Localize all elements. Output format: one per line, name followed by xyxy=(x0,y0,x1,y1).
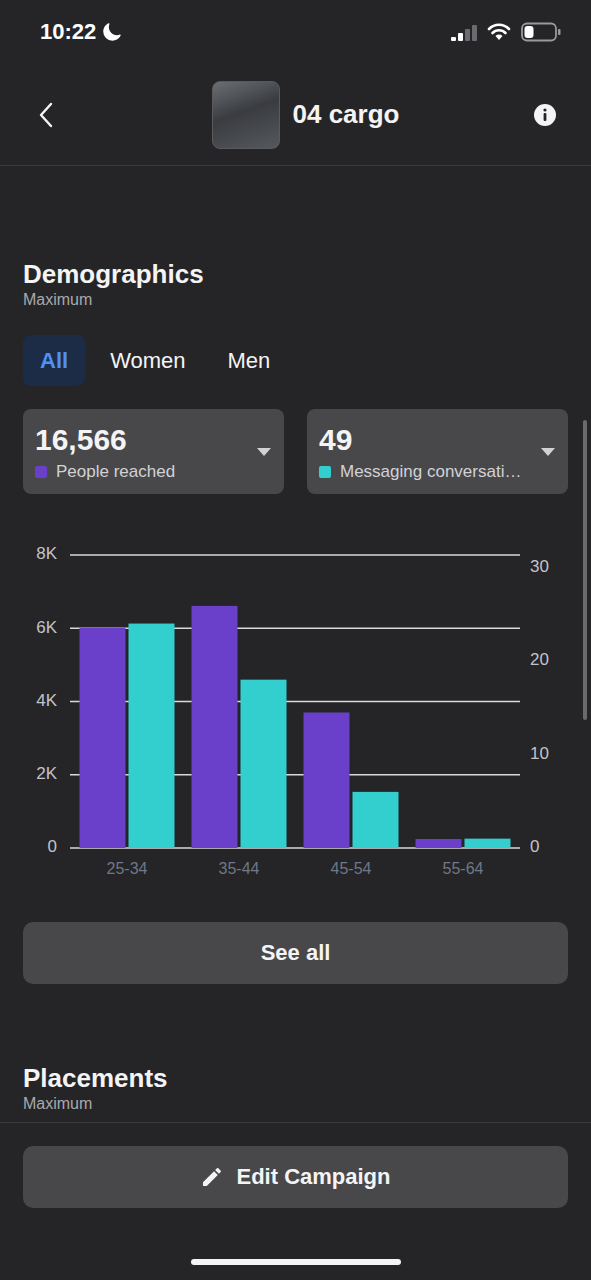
info-button[interactable] xyxy=(529,99,561,131)
chart-bar[interactable] xyxy=(241,680,287,848)
see-all-button[interactable]: See all xyxy=(23,922,568,984)
metric-card[interactable]: 16,566 People reached xyxy=(23,409,284,494)
demographics-section: DemographicsMaximum AllWomenMen 16,566 Peop… xyxy=(0,258,591,984)
home-indicator xyxy=(191,1259,401,1265)
category-label: 55-64 xyxy=(443,860,484,877)
right-axis-tick: 0 xyxy=(530,837,539,856)
left-axis-tick: 4K xyxy=(36,691,57,710)
info-icon xyxy=(533,103,557,127)
chart-bar[interactable] xyxy=(129,624,175,848)
tab[interactable]: Men xyxy=(211,335,288,386)
metric-value: 49 xyxy=(319,422,521,458)
edit-campaign-button[interactable]: Edit Campaign xyxy=(23,1146,568,1208)
tab-bar: AllWomenMen xyxy=(23,335,568,386)
signal-icon xyxy=(451,23,477,41)
left-axis-tick: 2K xyxy=(36,764,57,783)
bottom-bar: Edit Campaign xyxy=(0,1122,591,1280)
right-axis-tick: 10 xyxy=(530,744,549,763)
left-axis-tick: 8K xyxy=(36,544,57,563)
wifi-icon xyxy=(487,23,511,41)
metric-value: 16,566 xyxy=(35,422,175,458)
page: 10:2204 cargoDemographicsMaximumAllWomen… xyxy=(0,0,591,1280)
chart-bar[interactable] xyxy=(465,839,511,848)
left-axis-tick: 0 xyxy=(48,837,57,856)
legend-swatch xyxy=(35,466,47,478)
metric-card[interactable]: 49 Messaging conversati… xyxy=(307,409,568,494)
right-axis-tick: 20 xyxy=(530,650,549,669)
chart-bar[interactable] xyxy=(416,839,462,848)
moon-icon xyxy=(102,22,122,42)
header: 04 cargo xyxy=(0,64,591,166)
category-label: 45-54 xyxy=(331,860,372,877)
section-title: Placements xyxy=(23,1062,568,1094)
dropdown-caret-icon xyxy=(256,447,272,457)
back-icon xyxy=(38,102,54,128)
chart-bar[interactable] xyxy=(304,712,350,848)
battery-icon xyxy=(521,22,561,42)
status-time: 10:22 xyxy=(40,19,96,45)
campaign-thumbnail xyxy=(212,81,280,149)
placements-section: PlacementsMaximum xyxy=(0,1062,591,1114)
section-subtitle: Maximum xyxy=(23,1094,568,1114)
section-title: Demographics xyxy=(23,258,568,290)
pencil-icon xyxy=(200,1165,224,1189)
chart-bar[interactable] xyxy=(80,628,126,848)
right-axis-tick: 30 xyxy=(530,557,549,576)
status-bar: 10:22 xyxy=(0,0,591,64)
grid-line xyxy=(70,554,520,556)
campaign-title: 04 cargo xyxy=(293,99,400,130)
back-button[interactable] xyxy=(30,99,62,131)
metric-label: Messaging conversati… xyxy=(340,462,521,482)
category-label: 35-44 xyxy=(219,860,260,877)
left-axis-tick: 6K xyxy=(36,618,57,637)
legend-swatch xyxy=(319,466,331,478)
tab[interactable]: Women xyxy=(93,335,202,386)
scroll-indicator xyxy=(583,420,587,720)
category-label: 25-34 xyxy=(107,860,148,877)
metric-label: People reached xyxy=(56,462,175,482)
chart-bar[interactable] xyxy=(192,606,238,848)
section-subtitle: Maximum xyxy=(23,290,568,310)
dropdown-caret-icon xyxy=(540,447,556,457)
tab[interactable]: All xyxy=(23,335,85,386)
demographics-chart: 8K 6K 4K 2K 0 30 20 10 0 25-34 35-44 45-54 55-64 xyxy=(0,538,591,888)
chart-bar[interactable] xyxy=(353,792,399,848)
